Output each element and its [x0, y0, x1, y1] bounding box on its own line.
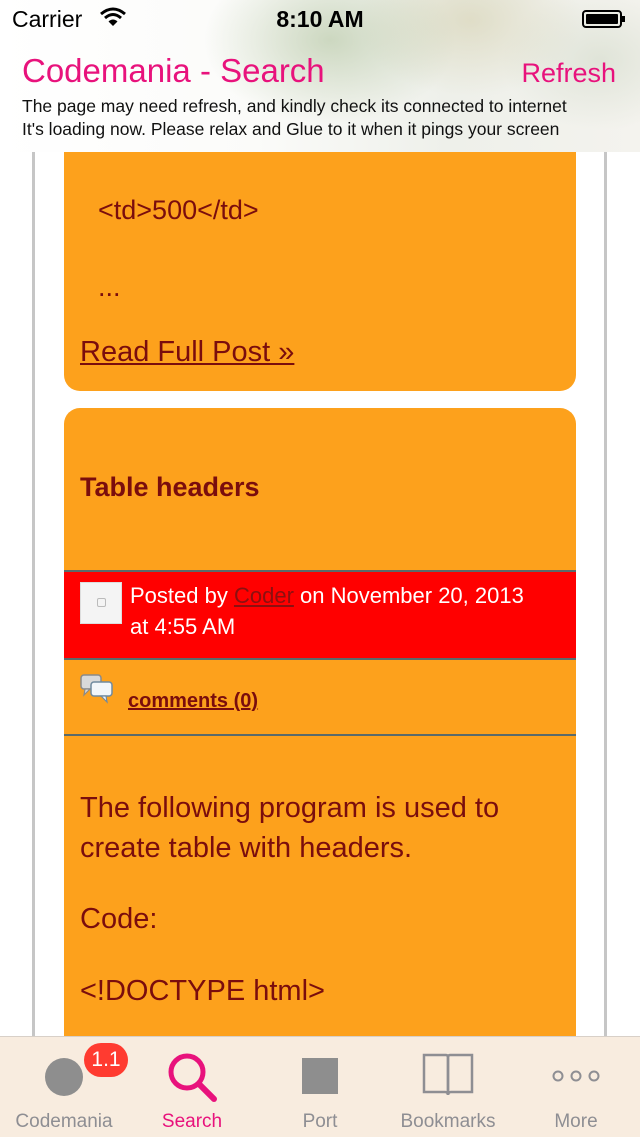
- read-full-post-link[interactable]: Read Full Post »: [80, 336, 294, 369]
- tab-codemania[interactable]: 1.1 Codemania: [0, 1037, 128, 1137]
- tab-bookmarks[interactable]: Bookmarks: [384, 1037, 512, 1137]
- tab-label: Search: [161, 1111, 223, 1132]
- more-dots-icon: [552, 1070, 600, 1082]
- posted-by-label: Posted by: [130, 583, 228, 608]
- tab-label: More: [554, 1111, 598, 1132]
- author-link[interactable]: Coder: [234, 583, 294, 608]
- code-label: Code:: [80, 903, 158, 935]
- tab-bar: 1.1 Codemania Search Port Bookmarks More: [0, 1036, 640, 1137]
- post-body-line-1: The following program is used to: [80, 792, 500, 824]
- tab-more[interactable]: More: [512, 1037, 640, 1137]
- tab-badge: 1.1: [84, 1043, 128, 1077]
- tab-label: Port: [302, 1111, 338, 1132]
- refresh-button[interactable]: Refresh: [521, 58, 616, 89]
- code-doctype: <!DOCTYPE html>: [80, 975, 325, 1007]
- web-content[interactable]: <td>500</td> ... Read Full Post » Table …: [0, 152, 640, 1036]
- page-title: Codemania - Search: [22, 52, 325, 89]
- comments-link[interactable]: comments (0): [128, 690, 258, 713]
- post-time: at 4:55 AM: [130, 614, 236, 639]
- comments-row: comments (0): [64, 658, 576, 736]
- comment-bubbles-icon: [80, 674, 113, 704]
- post-date: on November 20, 2013: [300, 583, 524, 608]
- code-ellipsis: ...: [98, 272, 121, 302]
- circle-icon: [45, 1058, 83, 1096]
- notice-line-1: The page may need refresh, and kindly ch…: [22, 96, 567, 116]
- square-icon: [302, 1058, 338, 1094]
- tab-port[interactable]: Port: [256, 1037, 384, 1137]
- tab-label: Bookmarks: [400, 1111, 496, 1132]
- post-meta-text: Posted by Coder on November 20, 2013 at …: [130, 580, 570, 642]
- status-time: 8:10 AM: [276, 6, 364, 32]
- tab-label: Codemania: [15, 1111, 113, 1132]
- post-card: Table headers Posted by Coder on Novembe…: [64, 408, 576, 1036]
- page-border-right: [604, 152, 607, 1036]
- post-body-line-2: create table with headers.: [80, 832, 413, 864]
- search-icon: [168, 1053, 217, 1102]
- book-icon: [422, 1053, 474, 1096]
- page-border-left: [32, 152, 35, 1036]
- status-bar: Carrier 8:10 AM: [0, 0, 640, 40]
- tab-search[interactable]: Search: [128, 1037, 256, 1137]
- post-title[interactable]: Table headers: [80, 472, 260, 503]
- post-meta-bar: Posted by Coder on November 20, 2013 at …: [64, 570, 576, 660]
- post-card: <td>500</td> ... Read Full Post »: [64, 152, 576, 391]
- code-snippet-line: <td>500</td>: [98, 195, 259, 225]
- notice-line-2: It's loading now. Please relax and Glue …: [22, 119, 560, 139]
- avatar: [80, 582, 122, 624]
- app-header: Carrier 8:10 AM Codemania - Search Refre…: [0, 0, 640, 152]
- battery-icon: [582, 10, 625, 28]
